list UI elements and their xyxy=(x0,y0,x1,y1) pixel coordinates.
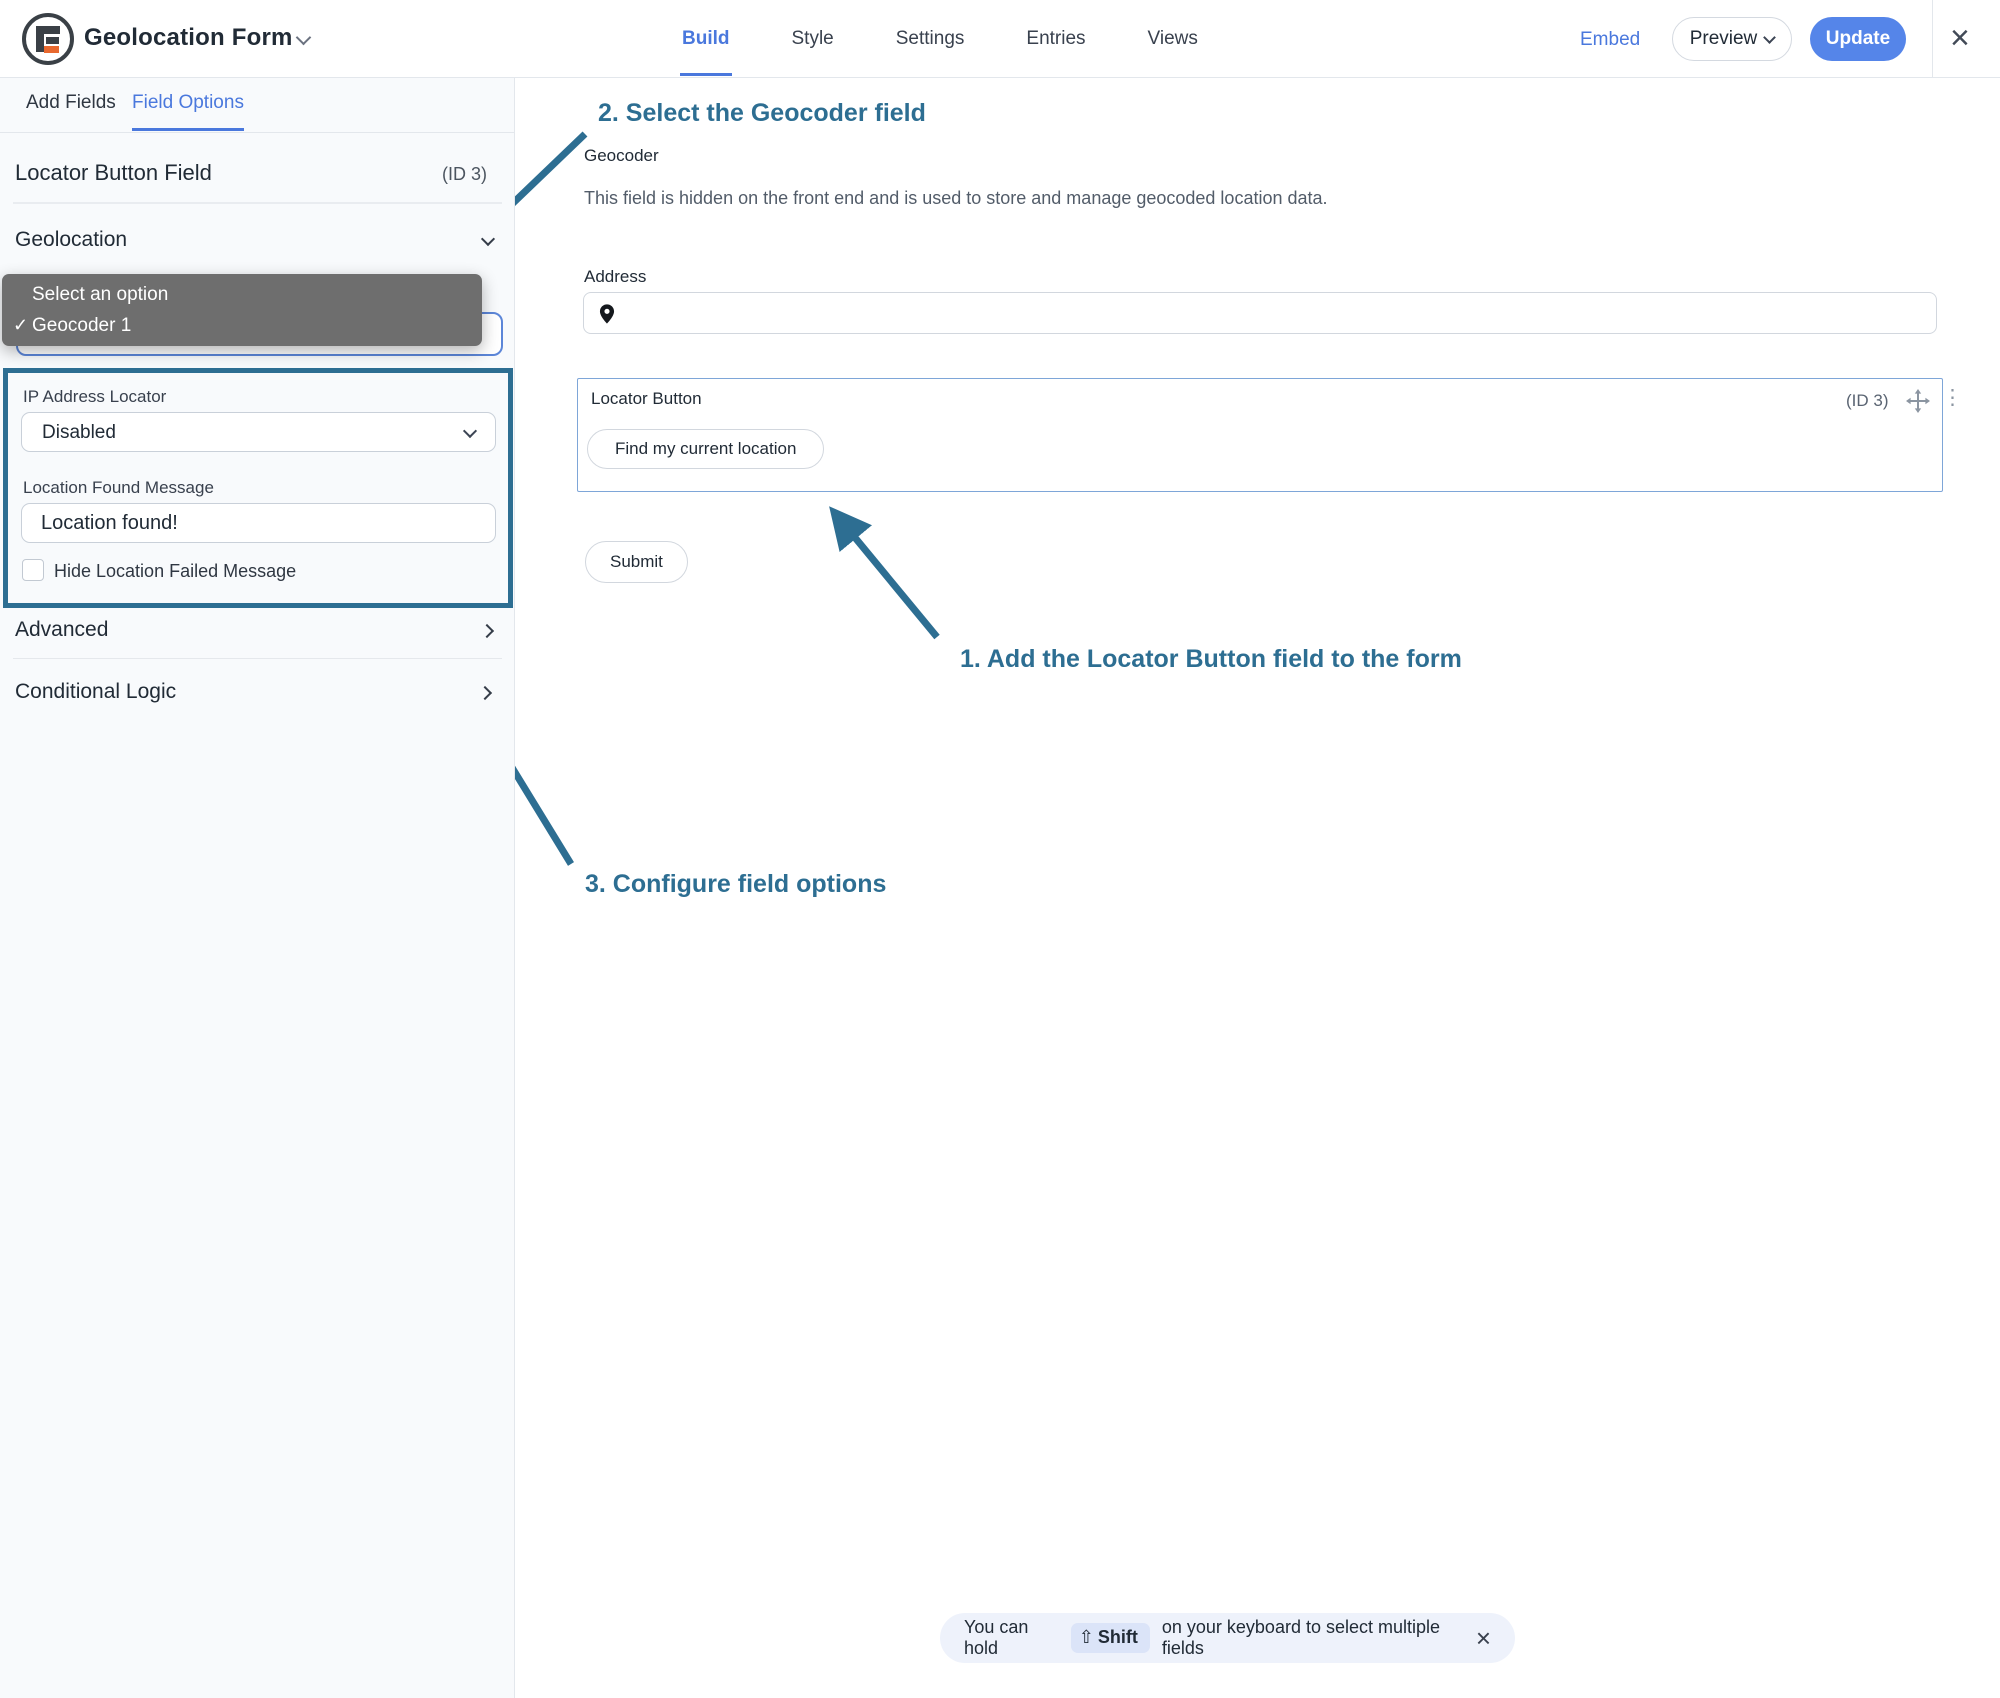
locator-field-id-badge: (ID 3) xyxy=(1846,391,1889,411)
embed-link[interactable]: Embed xyxy=(1580,29,1640,51)
annotation-step-1: 1. Add the Locator Button field to the f… xyxy=(960,645,1462,674)
hide-location-failed-checkbox[interactable] xyxy=(22,559,44,581)
chevron-down-icon xyxy=(463,424,477,438)
toast-close-icon[interactable]: × xyxy=(1476,1626,1491,1650)
annotation-step-3: 3. Configure field options xyxy=(585,870,886,899)
tab-entries[interactable]: Entries xyxy=(1024,2,1087,76)
tab-style[interactable]: Style xyxy=(790,2,836,76)
chevron-down-icon[interactable] xyxy=(481,232,495,246)
address-input[interactable] xyxy=(583,292,1937,334)
toast-text-after: on your keyboard to select multiple fiel… xyxy=(1162,1617,1460,1659)
tab-field-options[interactable]: Field Options xyxy=(132,92,244,114)
shift-arrow-icon: ⇧ xyxy=(1079,1627,1094,1648)
update-button[interactable]: Update xyxy=(1810,17,1906,61)
address-field-label: Address xyxy=(584,267,646,287)
top-bar: Geolocation Form Build Style Settings En… xyxy=(0,0,2000,78)
field-options-title: Locator Button Field xyxy=(15,160,212,186)
map-pin-icon xyxy=(596,301,618,327)
tab-build[interactable]: Build xyxy=(680,2,732,76)
field-options-panel: IP Address Locator Disabled Location Fou… xyxy=(3,368,513,608)
section-geolocation[interactable]: Geolocation xyxy=(15,228,127,252)
locator-button-field[interactable]: Locator Button (ID 3) ⋮ Find my current … xyxy=(577,378,1943,492)
form-title: Geolocation Form xyxy=(84,24,293,52)
section-advanced[interactable]: Advanced xyxy=(15,618,108,642)
locator-button-label: Locator Button xyxy=(591,389,702,409)
chevron-right-icon[interactable] xyxy=(478,686,492,700)
geocoder-field-label: Geocoder xyxy=(584,146,659,166)
chevron-right-icon[interactable] xyxy=(480,624,494,638)
tab-add-fields[interactable]: Add Fields xyxy=(26,92,116,114)
form-switcher-chevron-down-icon[interactable] xyxy=(296,30,312,46)
formidable-logo-icon xyxy=(22,13,74,65)
divider xyxy=(13,202,502,204)
main-nav: Build Style Settings Entries Views xyxy=(680,0,1200,78)
sidebar-tabs: Add Fields Field Options xyxy=(0,78,515,133)
shift-key-badge: ⇧ Shift xyxy=(1071,1623,1150,1653)
field-menu-kebab-icon[interactable]: ⋮ xyxy=(1942,385,1963,411)
header-divider xyxy=(1932,0,1933,78)
submit-button[interactable]: Submit xyxy=(585,541,688,583)
annotation-step-2: 2. Select the Geocoder field xyxy=(598,99,926,128)
location-found-message-label: Location Found Message xyxy=(23,478,214,498)
check-icon: ✓ xyxy=(13,315,28,336)
shift-hint-toast: You can hold ⇧ Shift on your keyboard to… xyxy=(940,1613,1515,1663)
tab-views[interactable]: Views xyxy=(1146,2,1200,76)
hide-location-failed-label: Hide Location Failed Message xyxy=(54,561,296,582)
close-icon[interactable]: × xyxy=(1950,20,1970,56)
dropdown-option-geocoder-1[interactable]: Geocoder 1 xyxy=(32,315,131,337)
toast-text-before: You can hold xyxy=(964,1617,1059,1659)
ip-address-locator-select[interactable]: Disabled xyxy=(21,412,496,452)
preview-button[interactable]: Preview xyxy=(1672,17,1792,61)
move-handle-icon[interactable] xyxy=(1906,389,1930,413)
location-found-message-input[interactable] xyxy=(21,503,496,543)
divider xyxy=(13,658,502,659)
ip-address-locator-label: IP Address Locator xyxy=(23,387,166,407)
section-conditional-logic[interactable]: Conditional Logic xyxy=(15,680,176,704)
tab-settings[interactable]: Settings xyxy=(894,2,967,76)
ip-address-locator-value: Disabled xyxy=(42,422,116,444)
find-location-button[interactable]: Find my current location xyxy=(587,429,824,469)
field-id-badge: (ID 3) xyxy=(442,164,487,185)
geocoder-field-description: This field is hidden on the front end an… xyxy=(584,188,1328,209)
dropdown-option-select-an-option[interactable]: Select an option xyxy=(32,284,168,306)
chevron-down-icon xyxy=(1763,31,1776,44)
preview-button-label: Preview xyxy=(1690,28,1758,50)
shift-key-label: Shift xyxy=(1098,1627,1138,1648)
geocoder-dropdown-menu: Select an option ✓ Geocoder 1 xyxy=(2,274,482,346)
field-options-sidebar: Add Fields Field Options Locator Button … xyxy=(0,78,515,1698)
